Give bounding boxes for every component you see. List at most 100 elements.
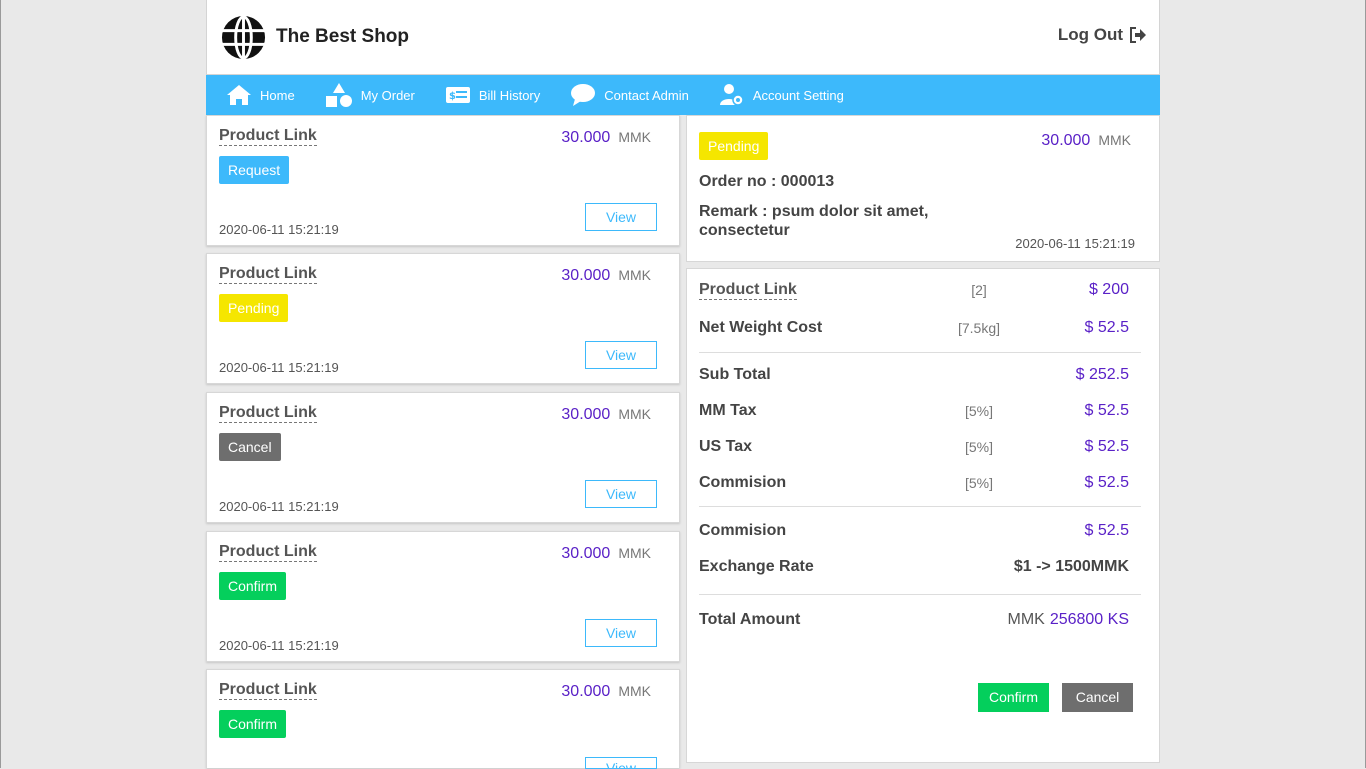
status-badge: Confirm [219,710,287,738]
shop-name: The Best Shop [276,26,410,47]
summary-commision-2-label: Commision [699,522,787,539]
logout-label: Log Out [1057,25,1123,44]
total-amount: 256800 KS [1049,611,1129,628]
summary-mm-tax-value: $ 52.5 [1084,402,1129,419]
home-icon [227,85,251,105]
divider [699,352,1141,353]
status-badge: Cancel [219,433,281,461]
header: The Best Shop Log Out [206,0,1160,75]
price-value: 30.000 [561,406,611,423]
status-badge: Request [219,156,290,184]
order-date: 2020-06-11 15:21:19 [219,638,339,653]
summary-net-weight-qty: [7.5kg] [957,320,1001,336]
nav-item-contact-admin[interactable]: Contact Admin [550,75,699,115]
logout-button[interactable]: Log Out [1058,25,1147,45]
summary-commision-2-value: $ 52.5 [1084,522,1129,539]
product-link[interactable]: Product Link [219,404,317,423]
summary-sub-total-label: Sub Total [699,366,771,383]
price-unit: MMK [618,545,651,561]
summary-row-commision-2: Commision $ 52.5 [699,522,1139,544]
summary-product-qty: [2] [971,282,987,298]
nav-item-home[interactable]: Home [206,75,305,115]
price-unit: MMK [618,267,651,283]
order-card: Product Link 30.000 MMK Confirm View 2020… [206,531,680,662]
summary-row-total: Total Amount MMK 256800 KS [699,611,1139,633]
nav-item-bill-history[interactable]: $ Bill History [425,75,550,115]
order-date: 2020-06-11 15:21:19 [219,499,339,514]
cancel-button[interactable]: Cancel [1062,683,1133,712]
globe-logo-icon [221,15,266,60]
nav-item-account-setting[interactable]: Account Setting [699,75,854,115]
summary-row-sub-total: Sub Total $ 252.5 [699,366,1139,388]
summary-mm-tax-label: MM Tax [699,402,757,419]
nav-label-my-order: My Order [360,87,415,103]
order-price: 30.000 MMK [561,267,651,285]
order-price: 30.000 MMK [561,129,651,147]
nav-label-home: Home [260,87,295,103]
summary-total-label: Total Amount [699,611,801,628]
summary-mm-tax-rate: [5%] [964,403,993,419]
summary-commision-value: $ 52.5 [1084,474,1129,491]
summary-total: MMK 256800 KS [1007,611,1129,629]
app-container: The Best Shop Log Out Home My Order $ Bi… [206,0,1160,769]
order-detail-card: Pending 30.000 MMK Order no : 000013 Rema… [686,115,1160,262]
view-button[interactable]: View [585,619,657,647]
divider [699,506,1141,507]
summary-row-commision: Commision [5%] $ 52.5 [699,474,1139,496]
summary-net-weight-label: Net Weight Cost [699,319,823,336]
status-badge: Pending [219,294,289,322]
main-nav: Home My Order $ Bill History Contact Adm… [206,75,1160,115]
summary-product-value: $ 200 [1088,281,1129,298]
summary-sub-total-value: $ 252.5 [1075,366,1129,383]
view-button[interactable]: View [585,203,657,231]
product-link[interactable]: Product Link [219,127,317,146]
product-link[interactable]: Product Link [219,681,317,700]
order-date: 2020-06-11 15:21:19 [219,222,339,237]
price-value: 30.000 [561,683,611,700]
order-card: Product Link 30.000 MMK Pending View 2020… [206,253,680,384]
order-card: Product Link 30.000 MMK Cancel View 2020-… [206,392,680,523]
order-remark: Remark : psum dolor sit amet, consectetu… [699,203,929,239]
detail-status-badge: Pending [699,132,769,160]
confirm-button[interactable]: Confirm [978,683,1049,712]
view-button[interactable]: View [585,757,657,769]
summary-us-tax-label: US Tax [699,438,753,455]
detail-price-value: 30.000 [1041,132,1091,149]
sign-out-icon [1130,27,1146,43]
summary-net-weight-value: $ 52.5 [1084,319,1129,336]
summary-product-link[interactable]: Product Link [699,281,797,300]
cost-summary-card: Product Link [2] $ 200 Net Weight Cost [… [686,268,1160,763]
nav-label-account-setting: Account Setting [752,87,844,103]
nav-item-my-order[interactable]: My Order [305,75,425,115]
summary-row-net-weight: Net Weight Cost [7.5kg] $ 52.5 [699,319,1139,341]
price-value: 30.000 [561,129,611,146]
product-link[interactable]: Product Link [219,265,317,284]
order-price: 30.000 MMK [561,683,651,701]
view-button[interactable]: View [585,480,657,508]
summary-row-exchange-rate: Exchange Rate $1 -> 1500MMK [699,558,1139,580]
bill-icon: $ [445,87,470,103]
order-price: 30.000 MMK [561,406,651,424]
price-value: 30.000 [561,545,611,562]
order-number: Order no : 000013 [699,173,835,190]
view-button[interactable]: View [585,341,657,369]
summary-exchange-label: Exchange Rate [699,558,814,575]
order-date: 2020-06-11 15:21:19 [219,360,339,375]
summary-us-tax-value: $ 52.5 [1084,438,1129,455]
order-card: Product Link 30.000 MMK Confirm View [206,669,680,769]
total-currency: MMK [1007,611,1045,628]
summary-commision-label: Commision [699,474,787,491]
divider [699,594,1141,595]
user-gear-icon [719,84,744,106]
summary-commision-rate: [5%] [964,475,993,491]
price-unit: MMK [618,683,651,699]
order-card: Product Link 30.000 MMK Request View 2020… [206,115,680,246]
order-price: 30.000 MMK [561,545,651,563]
svg-text:$: $ [449,91,456,102]
window-border-left [0,0,1,768]
summary-row-mm-tax: MM Tax [5%] $ 52.5 [699,402,1139,424]
nav-label-contact-admin: Contact Admin [604,87,689,103]
summary-us-tax-rate: [5%] [964,439,993,455]
product-link[interactable]: Product Link [219,543,317,562]
status-badge: Confirm [219,572,287,600]
